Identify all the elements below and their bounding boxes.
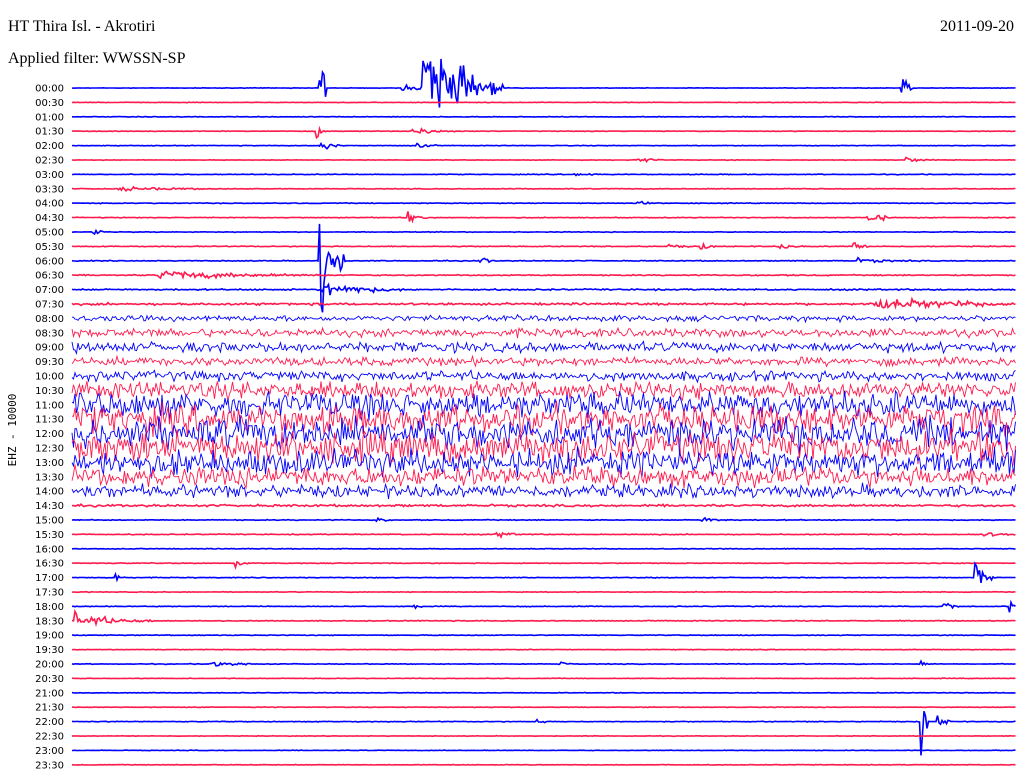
time-tick-label: 13:00 [35,458,64,469]
time-tick-label: 22:00 [35,717,64,728]
trace-line-0630 [71,270,1016,280]
trace-line-1800 [71,599,1016,613]
trace-line-0000 [71,58,1016,108]
time-tick-label: 09:00 [35,343,64,354]
trace-line-0500 [71,228,1016,236]
trace-line-2100 [71,691,1016,695]
time-label-group: 00:00 00:30 01:00 01:30 02:00 02:30 03:00 03:30… [35,84,64,772]
time-tick-label: 06:30 [35,271,64,282]
trace-line-1500 [71,516,1016,523]
trace-line-1600 [71,547,1016,551]
time-tick-label: 09:30 [35,357,64,368]
trace-line-0530 [71,241,1016,250]
trace-line-1030 [71,380,1016,402]
trace-line-0600 [71,223,1016,313]
trace-line-2000 [71,659,1016,667]
trace-line-2200 [71,710,1016,756]
time-tick-label: 07:00 [35,285,64,296]
time-tick-label: 16:00 [35,544,64,555]
time-tick-label: 05:00 [35,228,64,239]
trace-line-0030 [71,101,1016,104]
trace-line-2030 [71,677,1016,680]
trace-line-0330 [71,185,1016,192]
time-tick-label: 05:30 [35,242,64,253]
trace-line-0230 [71,156,1016,164]
time-tick-label: 01:30 [35,127,64,138]
time-tick-label: 01:00 [35,112,64,123]
trace-line-1830 [71,608,1016,628]
trace-line-1930 [71,648,1016,651]
trace-line-1630 [71,560,1016,571]
time-tick-label: 08:30 [35,328,64,339]
trace-line-0800 [72,313,1016,324]
time-tick-label: 20:00 [35,660,64,671]
time-tick-label: 11:00 [35,400,64,411]
trace-line-0300 [71,172,1016,177]
time-tick-label: 20:30 [35,674,64,685]
trace-line-1330 [71,464,1016,490]
time-tick-label: 23:30 [35,760,64,771]
time-tick-label: 06:00 [35,256,64,267]
time-tick-label: 22:30 [35,732,64,743]
trace-line-0430 [71,211,1016,224]
trace-line-1530 [71,531,1016,539]
time-tick-label: 21:30 [35,703,64,714]
trace-line-0400 [71,200,1016,205]
trace-line-2330 [72,763,1016,767]
time-tick-label: 11:30 [35,415,64,426]
time-tick-label: 18:00 [35,602,64,613]
time-tick-label: 04:00 [35,199,64,210]
time-tick-label: 14:30 [35,501,64,512]
time-tick-label: 10:00 [35,372,64,383]
time-tick-label: 16:30 [35,559,64,570]
time-tick-label: 03:00 [35,170,64,181]
trace-line-1700 [71,561,1016,584]
helicorder-plot: 00:00 00:30 01:00 01:30 02:00 02:30 03:00 03:30… [35,58,1016,772]
trace-line-0900 [71,340,1016,356]
time-tick-label: 00:30 [35,98,64,109]
time-tick-label: 12:00 [35,429,64,440]
time-tick-label: 21:00 [35,688,64,699]
trace-line-0100 [72,115,1016,118]
time-tick-label: 17:00 [35,573,64,584]
time-tick-label: 04:30 [35,213,64,224]
time-tick-label: 19:30 [35,645,64,656]
time-tick-label: 15:00 [35,516,64,527]
trace-line-1000 [71,369,1016,384]
time-tick-label: 07:30 [35,300,64,311]
time-tick-label: 08:00 [35,314,64,325]
trace-line-0730 [71,296,1016,310]
time-tick-label: 17:30 [35,588,64,599]
time-tick-label: 10:30 [35,386,64,397]
time-tick-label: 02:30 [35,156,64,167]
time-tick-label: 12:30 [35,444,64,455]
trace-line-2130 [71,705,1016,709]
time-tick-label: 00:00 [35,84,64,95]
time-tick-label: 02:00 [35,141,64,152]
trace-line-0700 [71,282,1016,296]
trace-line-1730 [71,590,1016,594]
time-tick-label: 14:00 [35,487,64,498]
trace-line-0200 [71,141,1016,150]
trace-line-0930 [71,354,1016,368]
trace-line-2230 [71,734,1016,738]
trace-group [71,58,1016,767]
trace-line-0830 [71,326,1016,339]
time-tick-label: 23:00 [35,746,64,757]
trace-line-1430 [71,503,1016,508]
trace-line-0130 [71,125,1016,140]
trace-line-1900 [71,633,1016,637]
trace-line-1130 [71,400,1016,438]
time-tick-label: 19:00 [35,631,64,642]
time-tick-label: 03:30 [35,184,64,195]
trace-line-2300 [71,749,1016,752]
time-tick-label: 15:30 [35,530,64,541]
time-tick-label: 13:30 [35,472,64,483]
trace-line-1400 [71,482,1016,500]
time-tick-label: 18:30 [35,616,64,627]
